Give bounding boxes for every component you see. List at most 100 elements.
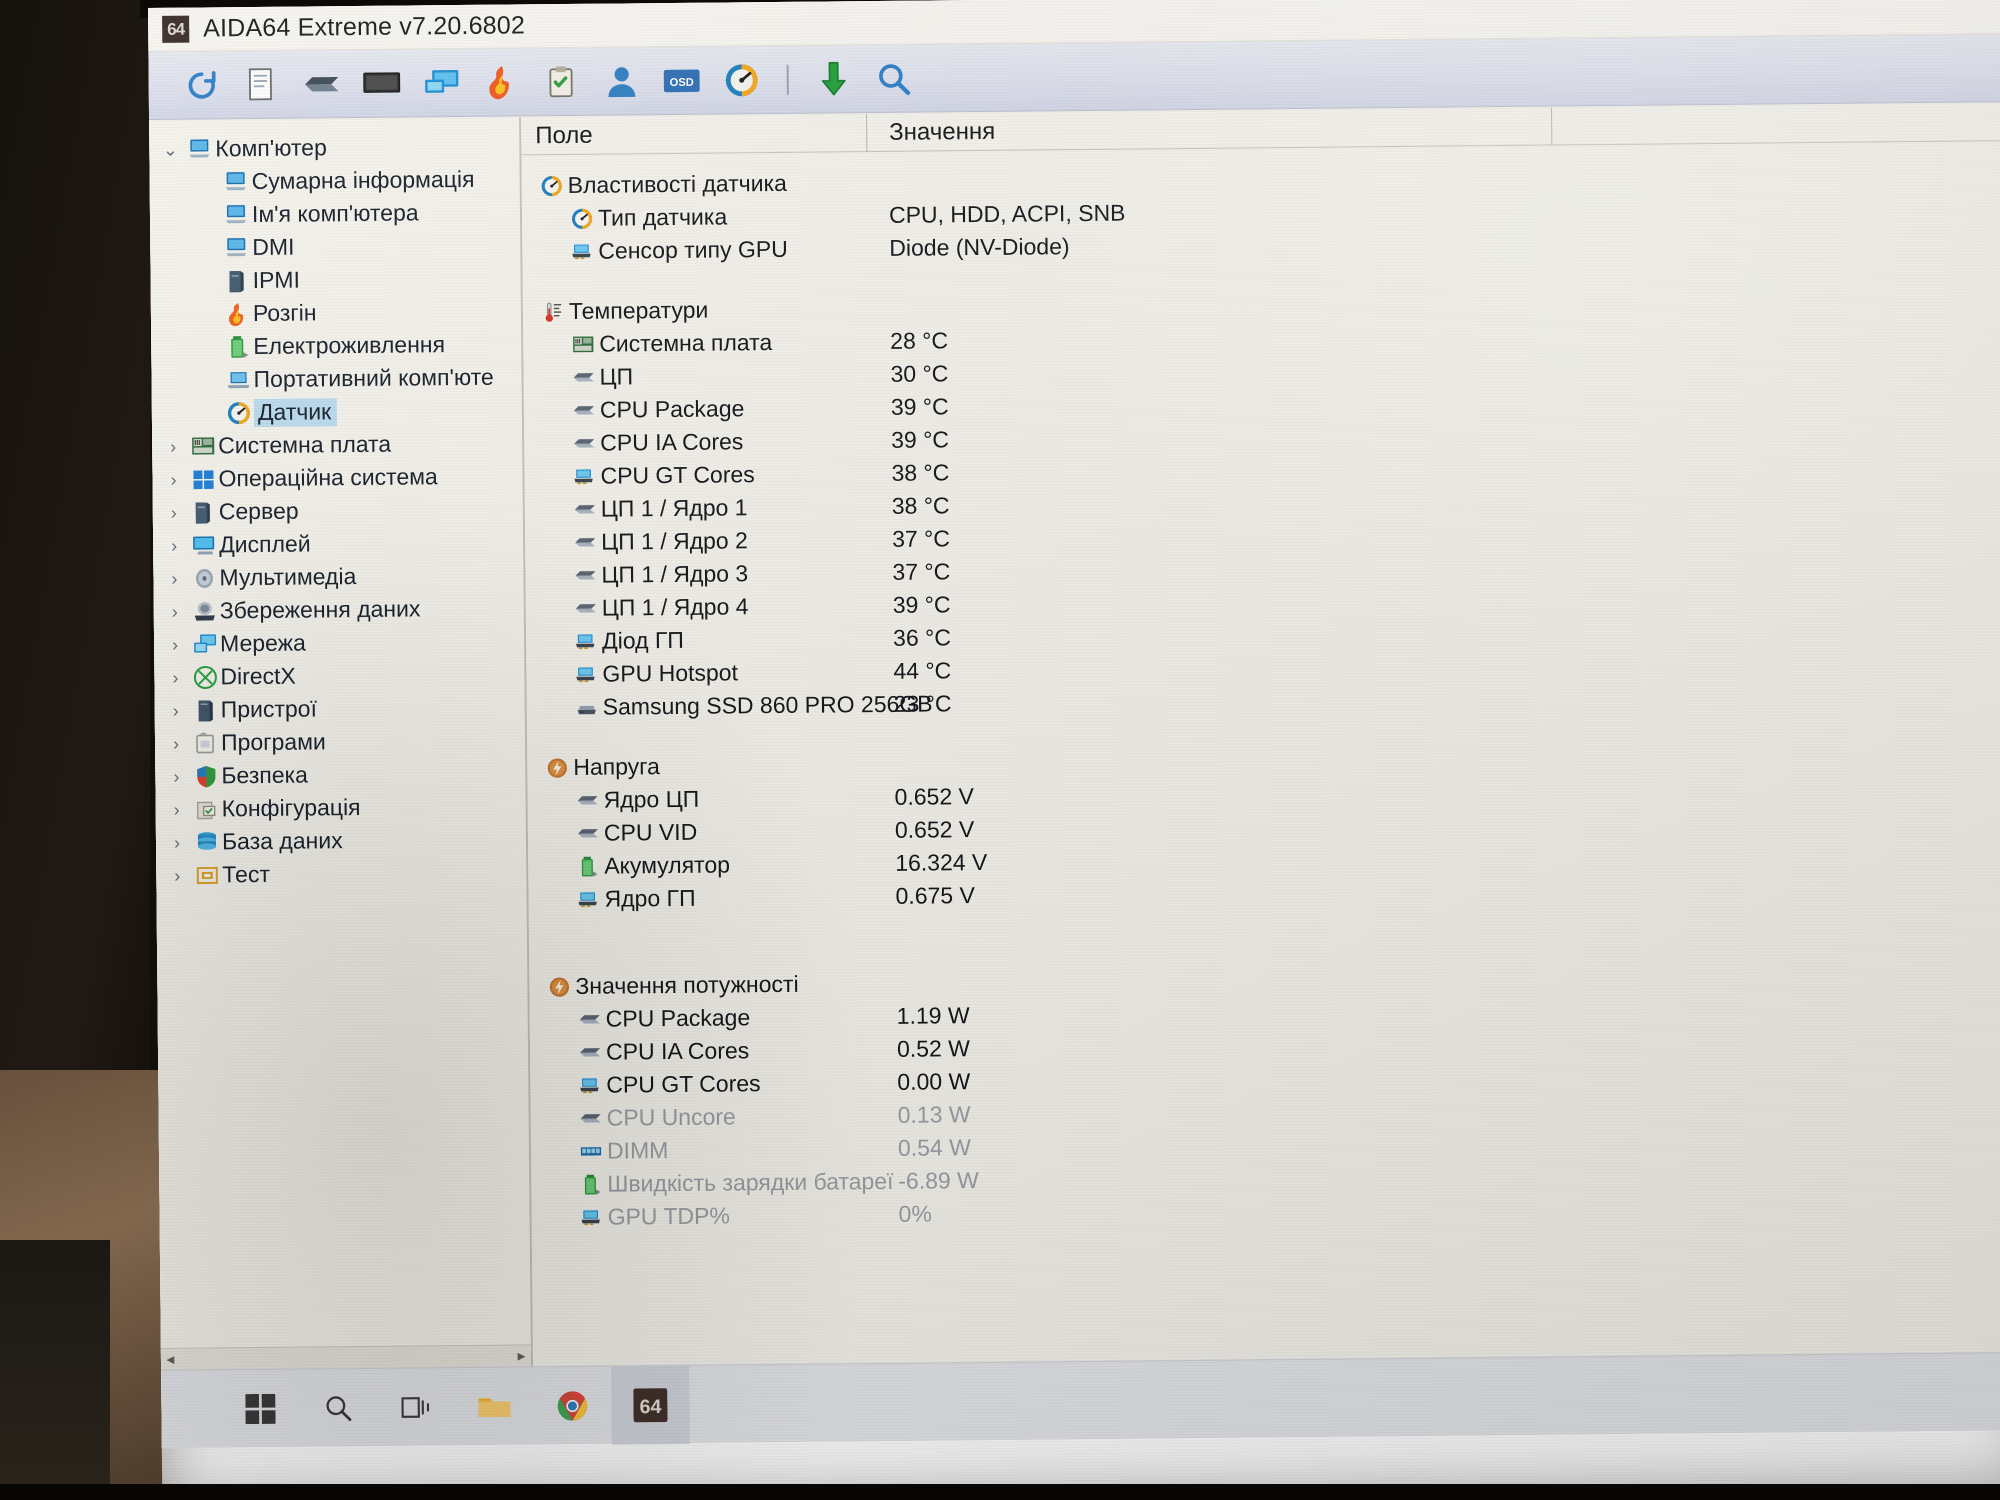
- detail-field-label: DIMM: [606, 1137, 669, 1164]
- download-icon[interactable]: [808, 54, 858, 104]
- chevron-right-icon[interactable]: ›: [162, 799, 192, 819]
- sidebar-item-6[interactable]: Електроживлення: [151, 327, 521, 364]
- desk-shadow: [0, 1240, 110, 1500]
- sidebar-item-label: Мережа: [219, 629, 306, 657]
- taskbar: 64: [161, 1351, 2000, 1448]
- start-button[interactable]: [221, 1369, 300, 1448]
- chevron-right-icon[interactable]: ›: [160, 667, 190, 687]
- search-taskbar-icon[interactable]: [299, 1368, 378, 1447]
- detail-field-label: Напруга: [573, 753, 661, 780]
- sidebar-item-0[interactable]: ⌄ Комп'ютер: [149, 129, 519, 166]
- chevron-right-icon[interactable]: ›: [159, 568, 189, 588]
- sidebar-item-label: DirectX: [220, 662, 296, 690]
- sidebar-item-16[interactable]: › DirectX: [154, 657, 524, 694]
- chevron-right-icon[interactable]: ›: [160, 634, 190, 654]
- navigation-tree[interactable]: ⌄ Комп'ютер Сумарна інформація Ім'я комп'ют…: [149, 117, 534, 1370]
- gpu-icon: [566, 240, 598, 262]
- column-header-field[interactable]: Поле: [521, 119, 866, 150]
- sidebar-item-7[interactable]: Портативний комп'юте: [151, 360, 521, 397]
- detail-field-label: Системна плата: [599, 329, 773, 357]
- sidebar-item-11[interactable]: › Сервер: [153, 492, 523, 529]
- column-header-value[interactable]: Значення: [867, 117, 995, 146]
- sidebar-item-17[interactable]: › Пристрої: [155, 690, 525, 727]
- sidebar-item-9[interactable]: › Системна плата: [152, 426, 522, 463]
- detail-value: 0.675 V: [895, 882, 975, 909]
- detail-field-label: ЦП 1 / Ядро 3: [601, 560, 749, 588]
- sidebar-item-label: Сумарна інформація: [251, 165, 475, 195]
- search-icon[interactable]: [868, 53, 918, 103]
- sidebar-item-18[interactable]: › Програми: [155, 723, 525, 760]
- sidebar-item-3[interactable]: DMI: [150, 228, 520, 265]
- sidebar-item-5[interactable]: Розгін: [151, 294, 521, 331]
- chevron-right-icon[interactable]: ›: [159, 535, 189, 555]
- sidebar-item-12[interactable]: › Дисплей: [153, 525, 523, 562]
- laptop-icon: [223, 368, 253, 392]
- overclock-icon[interactable]: [476, 57, 526, 107]
- detail-value: 0.00 W: [897, 1068, 971, 1095]
- detail-value: 36 °C: [892, 624, 951, 651]
- sidebar-item-14[interactable]: › Збереження даних: [154, 591, 524, 628]
- chevron-right-icon[interactable]: ›: [161, 700, 191, 720]
- sidebar-item-label: Ім'я комп'ютера: [251, 199, 419, 228]
- task-view-icon[interactable]: [377, 1368, 456, 1447]
- sidebar-item-22[interactable]: › Тест: [156, 855, 526, 892]
- benchmark-icon[interactable]: [536, 56, 586, 106]
- detail-value: 1.19 W: [896, 1002, 970, 1029]
- directx-icon: [190, 665, 220, 689]
- aida64-taskbar-icon[interactable]: 64: [611, 1365, 690, 1445]
- scroll-right-arrow[interactable]: ►: [515, 1348, 528, 1363]
- network-icon[interactable]: [416, 57, 466, 107]
- chrome-icon[interactable]: [533, 1366, 612, 1445]
- sidebar-item-label: Програми: [220, 728, 326, 756]
- sidebar-item-label: Конфігурація: [221, 793, 361, 822]
- test-icon: [192, 863, 222, 887]
- sidebar-item-15[interactable]: › Мережа: [154, 624, 524, 661]
- user-icon[interactable]: [596, 56, 646, 106]
- column-divider-2[interactable]: [1551, 107, 1553, 146]
- detail-field-label: Акумулятор: [604, 851, 731, 879]
- sidebar-item-label: Дисплей: [219, 530, 311, 558]
- sidebar-item-20[interactable]: › Конфігурація: [156, 789, 526, 826]
- toolbar-separator: [786, 64, 789, 95]
- chevron-right-icon[interactable]: ›: [158, 436, 188, 456]
- chip-icon: [569, 531, 601, 553]
- chevron-right-icon[interactable]: ›: [162, 832, 192, 852]
- battery-icon: [223, 335, 253, 359]
- sidebar-item-13[interactable]: › Мультимедіа: [153, 558, 523, 595]
- chevron-right-icon[interactable]: ›: [159, 502, 189, 522]
- content-area: ⌄ Комп'ютер Сумарна інформація Ім'я комп'ют…: [149, 103, 2000, 1370]
- sidebar-item-21[interactable]: › База даних: [156, 822, 526, 859]
- sidebar-item-8[interactable]: Датчик: [152, 393, 522, 430]
- report-icon[interactable]: [236, 59, 286, 109]
- gpu-icon: [572, 888, 604, 910]
- file-explorer-icon[interactable]: [455, 1367, 534, 1446]
- sidebar-item-label: База даних: [221, 827, 343, 855]
- detail-value: 28 °C: [890, 327, 949, 354]
- sensor-icon[interactable]: [716, 55, 766, 105]
- chip-icon: [574, 1008, 606, 1030]
- monitor-icon[interactable]: [356, 58, 406, 108]
- chevron-right-icon[interactable]: ›: [160, 601, 190, 621]
- sidebar-item-4[interactable]: IPMI: [150, 261, 520, 298]
- chevron-right-icon[interactable]: ›: [161, 766, 191, 786]
- sidebar-item-label: IPMI: [252, 266, 301, 294]
- detail-value: 37 °C: [892, 525, 951, 552]
- sidebar-item-10[interactable]: › Операційна система: [152, 459, 522, 496]
- motherboard-icon[interactable]: [296, 59, 346, 109]
- sidebar-item-19[interactable]: › Безпека: [155, 756, 525, 793]
- osd-icon[interactable]: OSD: [656, 55, 706, 105]
- detail-field-label: Тип датчика: [597, 203, 728, 231]
- sidebar-item-2[interactable]: Ім'я комп'ютера: [150, 195, 520, 232]
- sidebar-item-1[interactable]: Сумарна інформація: [150, 162, 520, 199]
- devices-icon: [191, 698, 221, 722]
- refresh-icon[interactable]: [177, 60, 227, 110]
- scroll-left-arrow[interactable]: ◄: [164, 1352, 177, 1367]
- sidebar-item-label: Датчик: [253, 397, 338, 427]
- detail-field-label: CPU GT Cores: [606, 1070, 761, 1098]
- chevron-right-icon[interactable]: ›: [158, 469, 188, 489]
- detail-value: 38 °C: [891, 492, 950, 519]
- chevron-right-icon[interactable]: ›: [162, 865, 192, 885]
- chevron-right-icon[interactable]: ›: [161, 733, 191, 753]
- chevron-down-icon[interactable]: ⌄: [155, 139, 185, 159]
- detail-value: 39 °C: [891, 426, 950, 453]
